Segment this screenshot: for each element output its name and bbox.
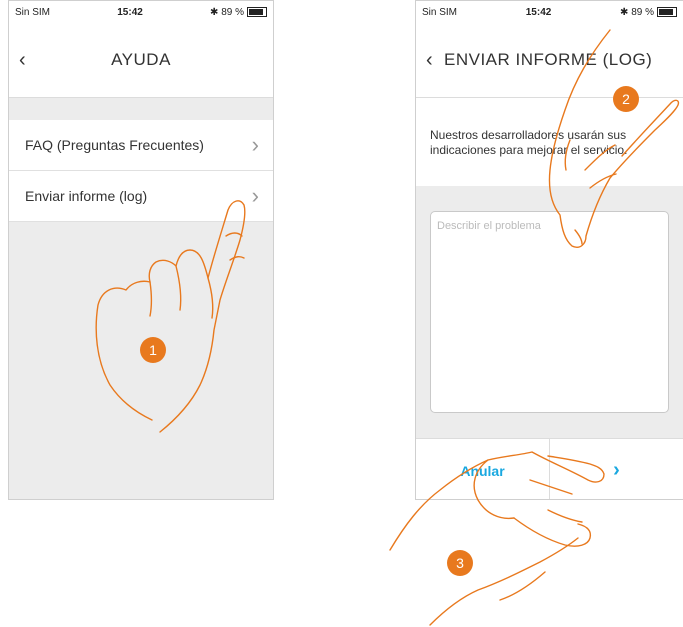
step-badge: 3 — [447, 550, 473, 576]
pointing-hand-icon — [389, 451, 605, 626]
